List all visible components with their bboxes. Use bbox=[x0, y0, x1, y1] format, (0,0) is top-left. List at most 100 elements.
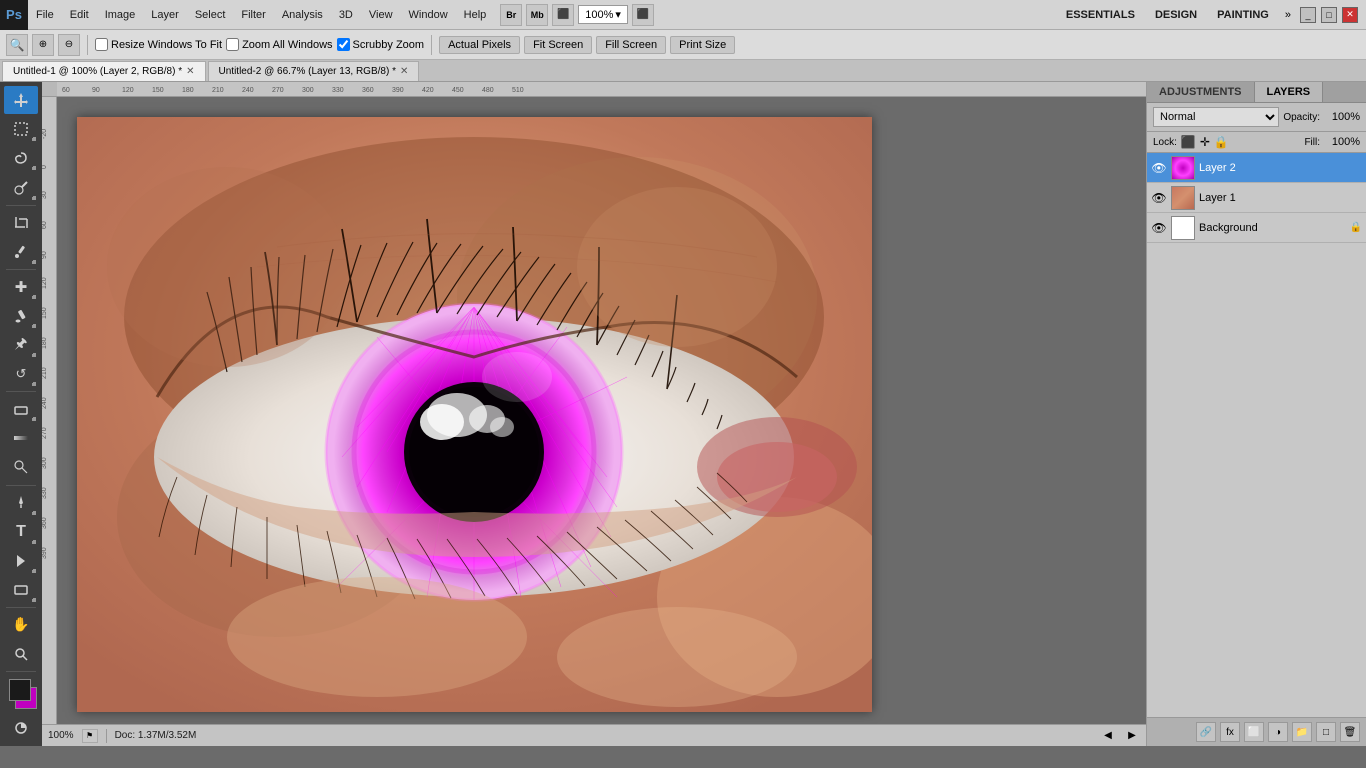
layer2-name: Layer 2 bbox=[1199, 162, 1362, 174]
quick-select-tool[interactable] bbox=[4, 173, 38, 201]
healing-tool[interactable]: ✚ bbox=[4, 273, 38, 301]
brush-tool[interactable] bbox=[4, 302, 38, 330]
lock-all-icon[interactable]: 🔒 bbox=[1214, 135, 1229, 149]
layer2-visibility-icon[interactable]: 👁 bbox=[1151, 160, 1167, 176]
design-btn[interactable]: DESIGN bbox=[1147, 7, 1205, 23]
background-thumb-image bbox=[1172, 217, 1194, 239]
status-warning-icon[interactable]: ⚑ bbox=[82, 729, 98, 743]
eyedropper-tool[interactable] bbox=[4, 238, 38, 266]
add-mask-btn[interactable]: ⬜ bbox=[1244, 722, 1264, 742]
doc-tab-2-close[interactable]: ✕ bbox=[400, 66, 408, 77]
menu-view[interactable]: View bbox=[361, 0, 401, 30]
status-scroll-right[interactable]: ▶ bbox=[1124, 728, 1140, 744]
zoom-tool[interactable] bbox=[4, 640, 38, 668]
svg-text:150: 150 bbox=[152, 87, 164, 94]
zoom-in-icon[interactable]: ⊕ bbox=[32, 34, 54, 56]
doc-tab-2[interactable]: Untitled-2 @ 66.7% (Layer 13, RGB/8) * ✕ bbox=[208, 61, 420, 81]
fill-screen-btn[interactable]: Fill Screen bbox=[596, 36, 666, 54]
hand-tool[interactable]: ✋ bbox=[4, 611, 38, 639]
menu-help[interactable]: Help bbox=[456, 0, 495, 30]
extras-icon[interactable]: ⬛ bbox=[632, 4, 654, 26]
zoom-value: 100% bbox=[585, 9, 613, 21]
svg-text:180: 180 bbox=[42, 337, 48, 349]
fit-screen-btn[interactable]: Fit Screen bbox=[524, 36, 592, 54]
clone-stamp-tool[interactable]: 🖈 bbox=[4, 331, 38, 359]
print-size-btn[interactable]: Print Size bbox=[670, 36, 735, 54]
bridge-icon[interactable]: Br bbox=[500, 4, 522, 26]
canvas-scroll[interactable] bbox=[57, 97, 1146, 724]
add-style-btn[interactable]: fx bbox=[1220, 722, 1240, 742]
actual-pixels-btn[interactable]: Actual Pixels bbox=[439, 36, 520, 54]
status-bar: 100% ⚑ Doc: 1.37M/3.52M ◀ ▶ bbox=[42, 724, 1146, 746]
menu-image[interactable]: Image bbox=[97, 0, 144, 30]
new-group-btn[interactable]: 📁 bbox=[1292, 722, 1312, 742]
svg-text:180: 180 bbox=[182, 87, 194, 94]
menu-edit[interactable]: Edit bbox=[62, 0, 97, 30]
delete-layer-btn[interactable]: 🗑 bbox=[1340, 722, 1360, 742]
doc-tab-1[interactable]: Untitled-1 @ 100% (Layer 2, RGB/8) * ✕ bbox=[2, 61, 206, 81]
zoom-tool-icon[interactable]: 🔍 bbox=[6, 34, 28, 56]
painting-btn[interactable]: PAINTING bbox=[1209, 7, 1277, 23]
dodge-tool[interactable] bbox=[4, 453, 38, 481]
menu-3d[interactable]: 3D bbox=[331, 0, 361, 30]
quick-mask-tool[interactable] bbox=[4, 714, 38, 742]
maximize-btn[interactable]: □ bbox=[1321, 7, 1337, 23]
move-tool[interactable] bbox=[4, 86, 38, 114]
resize-windows-checkbox[interactable]: Resize Windows To Fit bbox=[95, 38, 222, 51]
zoom-indicator[interactable]: 100% ▾ bbox=[578, 5, 628, 24]
menu-layer[interactable]: Layer bbox=[143, 0, 187, 30]
screen-mode-icon[interactable]: ⬛ bbox=[552, 4, 574, 26]
foreground-color[interactable] bbox=[9, 679, 31, 701]
zoom-dropdown-icon[interactable]: ▾ bbox=[615, 8, 621, 21]
link-layers-btn[interactable]: 🔗 bbox=[1196, 722, 1216, 742]
layer-row-layer2[interactable]: 👁 Layer 2 bbox=[1147, 153, 1366, 183]
tool-sep-1 bbox=[6, 205, 36, 206]
scrubby-zoom-checkbox[interactable]: Scrubby Zoom bbox=[337, 38, 425, 51]
menu-file[interactable]: File bbox=[28, 0, 62, 30]
menu-analysis[interactable]: Analysis bbox=[274, 0, 331, 30]
more-workspaces-icon[interactable]: » bbox=[1281, 9, 1295, 21]
menu-select[interactable]: Select bbox=[187, 0, 234, 30]
lock-move-icon[interactable]: ✛ bbox=[1200, 135, 1210, 149]
lock-pixels-icon[interactable]: ⬛ bbox=[1181, 135, 1196, 149]
background-visibility-icon[interactable]: 👁 bbox=[1151, 220, 1167, 236]
zoom-all-input[interactable] bbox=[226, 38, 239, 51]
svg-text:270: 270 bbox=[42, 427, 48, 439]
zoom-out-icon[interactable]: ⊖ bbox=[58, 34, 80, 56]
close-btn[interactable]: ✕ bbox=[1342, 7, 1358, 23]
history-brush-tool[interactable]: ↺ bbox=[4, 360, 38, 388]
brush-arrow bbox=[32, 324, 36, 328]
lasso-tool[interactable] bbox=[4, 144, 38, 172]
resize-windows-label: Resize Windows To Fit bbox=[111, 39, 222, 51]
layer1-visibility-icon[interactable]: 👁 bbox=[1151, 190, 1167, 206]
pen-tool[interactable] bbox=[4, 488, 38, 516]
menu-filter[interactable]: Filter bbox=[233, 0, 273, 30]
resize-windows-input[interactable] bbox=[95, 38, 108, 51]
layers-tab[interactable]: LAYERS bbox=[1255, 82, 1324, 102]
gradient-tool[interactable] bbox=[4, 424, 38, 452]
path-select-tool[interactable] bbox=[4, 547, 38, 575]
new-layer-btn[interactable]: □ bbox=[1316, 722, 1336, 742]
ruler-marks-top: 60 90 120 150 180 210 240 270 300 330 36… bbox=[57, 82, 1146, 97]
right-panel: ADJUSTMENTS LAYERS Normal Opacity: 100% … bbox=[1146, 82, 1366, 746]
menu-window[interactable]: Window bbox=[401, 0, 456, 30]
text-tool[interactable]: T bbox=[4, 518, 38, 546]
scrubby-zoom-input[interactable] bbox=[337, 38, 350, 51]
crop-tool[interactable] bbox=[4, 208, 38, 236]
shape-tool[interactable] bbox=[4, 576, 38, 604]
marquee-tool[interactable] bbox=[4, 115, 38, 143]
blend-mode-select[interactable]: Normal bbox=[1153, 107, 1279, 127]
layer-row-layer1[interactable]: 👁 Layer 1 bbox=[1147, 183, 1366, 213]
new-adjustment-btn[interactable]: ◑ bbox=[1268, 722, 1288, 742]
layer-row-background[interactable]: 👁 Background 🔒 bbox=[1147, 213, 1366, 243]
mini-bridge-icon[interactable]: Mb bbox=[526, 4, 548, 26]
essentials-btn[interactable]: ESSENTIALS bbox=[1058, 7, 1143, 23]
doc-tab-1-close[interactable]: ✕ bbox=[186, 66, 194, 77]
ruler-corner bbox=[42, 82, 57, 97]
eraser-tool[interactable] bbox=[4, 395, 38, 423]
minimize-btn[interactable]: _ bbox=[1300, 7, 1316, 23]
status-scroll-left[interactable]: ◀ bbox=[1100, 728, 1116, 744]
svg-text:420: 420 bbox=[422, 87, 434, 94]
adjustments-tab[interactable]: ADJUSTMENTS bbox=[1147, 82, 1255, 102]
zoom-all-checkbox[interactable]: Zoom All Windows bbox=[226, 38, 332, 51]
